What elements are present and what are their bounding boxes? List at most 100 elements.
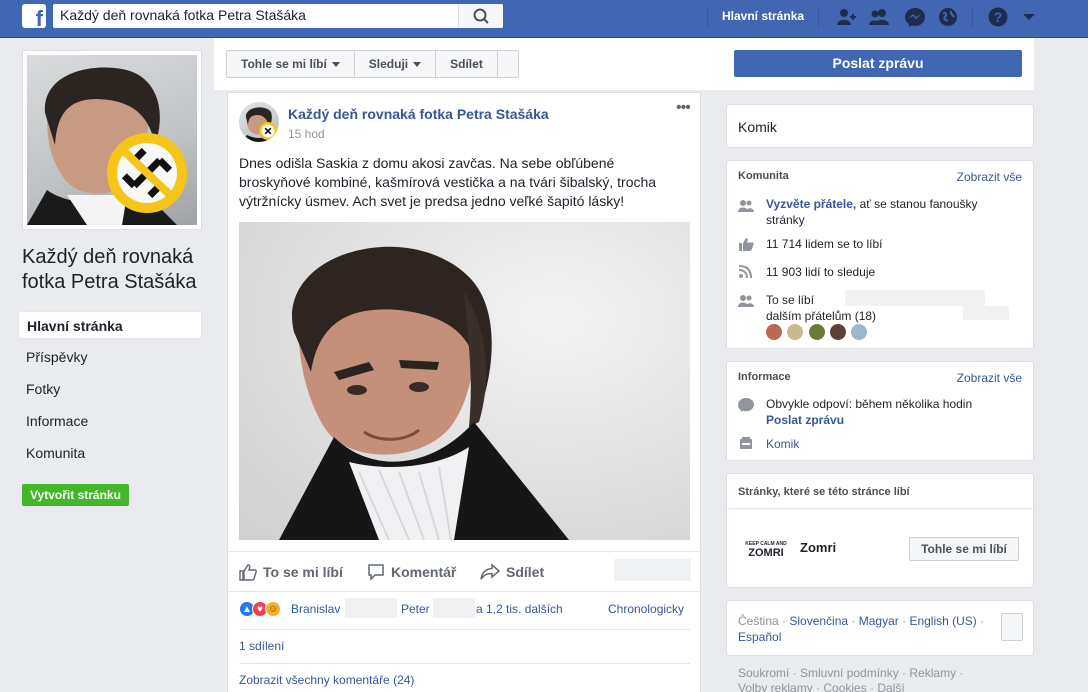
page-more-button[interactable]	[498, 51, 518, 77]
post-timestamp[interactable]: 15 hod	[288, 127, 325, 141]
left-nav-about[interactable]: Informace	[18, 407, 202, 435]
friend-avatars	[766, 324, 869, 340]
left-nav-community[interactable]: Komunita	[18, 439, 202, 467]
search-input[interactable]: Každý deň rovnaká fotka Petra Stašáka	[53, 4, 503, 28]
page-likes-count: 11 714 lidem se to líbí	[766, 237, 883, 251]
post-body-text: Dnes odišla Saskia z domu akosi zavčas. …	[239, 155, 657, 209]
redacted-name	[345, 598, 397, 618]
page-title: Každý deň rovnaká fotka Petra Stašáka	[22, 246, 197, 293]
search-icon	[473, 8, 489, 24]
view-all-comments-link[interactable]: Zobrazit všechny komentáře (24)	[239, 673, 414, 687]
post-author-avatar[interactable]	[239, 102, 279, 142]
facebook-logo-icon[interactable]: f	[22, 4, 46, 28]
help-icon[interactable]: ?	[987, 7, 1009, 27]
community-see-all-link[interactable]: Zobrazit vše	[957, 170, 1022, 184]
response-time-row: Obvykle odpoví: během několika hodin Pos…	[766, 396, 1016, 428]
send-message-button[interactable]: Poslat zprávu	[734, 50, 1022, 77]
account-menu-caret-icon[interactable]	[1018, 7, 1040, 27]
category-card: Komik	[726, 104, 1034, 148]
blurred-avatar-selector[interactable]	[614, 559, 691, 581]
find-friends-icon[interactable]	[836, 7, 858, 27]
friend-avatar[interactable]	[851, 324, 868, 340]
page-follow-label: Sleduji	[368, 57, 409, 71]
post-shares-count[interactable]: 1 sdílení	[239, 639, 284, 653]
info-send-message-link[interactable]: Poslat zprávu	[766, 413, 844, 427]
post-author-name[interactable]: Každý deň rovnaká fotka Petra Stašáka	[288, 106, 549, 122]
liked-page-like-button[interactable]: Tohle se mi líbí	[909, 537, 1019, 561]
redacted-friend-names	[963, 306, 1009, 320]
more-languages-button[interactable]	[1001, 613, 1023, 641]
nav-divider	[972, 9, 973, 27]
friend-avatar[interactable]	[787, 324, 804, 340]
post-comment-button[interactable]: Komentář	[367, 563, 456, 581]
friends-like-more[interactable]: dalším přátelům (18)	[766, 309, 876, 323]
invite-friends-link[interactable]: Vyzvěte přátele,	[766, 197, 856, 211]
divider	[727, 508, 1033, 509]
page-share-button[interactable]: Sdílet	[436, 51, 498, 77]
category-tag-icon	[740, 437, 752, 449]
post-like-button[interactable]: To se mi líbí	[239, 563, 343, 581]
friend-requests-icon[interactable]	[868, 7, 890, 27]
search-input-value[interactable]: Každý deň rovnaká fotka Petra Stašáka	[60, 7, 306, 23]
language-links: Čeština · Slovenčina · Magyar · English …	[738, 614, 985, 644]
post-reactions-row: ▲ ♥ ☺ Branislav Peter a 1,2 tis. dalších…	[228, 591, 700, 629]
footer-line-2[interactable]: Volby reklamy · Cookies · Další	[738, 681, 1028, 692]
page-category[interactable]: Komik	[738, 119, 777, 135]
post-like-label: To se mi líbí	[263, 564, 343, 580]
post-actions-bar: To se mi líbí Komentář Sdílet	[228, 551, 700, 591]
rss-follow-icon	[738, 265, 752, 279]
thumbs-up-icon	[739, 238, 754, 251]
top-navigation-bar: f Každý deň rovnaká fotka Petra Stašáka …	[0, 0, 1088, 38]
post-share-button[interactable]: Sdílet	[480, 563, 544, 581]
language-link[interactable]: Español	[738, 630, 781, 644]
redacted-friend-names	[845, 290, 985, 306]
language-link[interactable]: English (US)	[909, 614, 976, 628]
zomri-logo-big-text: ZOMRI	[748, 547, 784, 559]
left-nav-photos[interactable]: Fotky	[18, 375, 202, 403]
friend-avatar[interactable]	[830, 324, 847, 340]
left-nav-home[interactable]: Hlavní stránka	[18, 311, 202, 339]
liked-pages-card: Stránky, které se této stránce líbí KEEP…	[726, 473, 1034, 588]
reactions-others-count[interactable]: a 1,2 tis. dalších	[476, 602, 563, 616]
haha-reaction-icon[interactable]: ☺	[265, 601, 281, 617]
reactor-name-1[interactable]: Branislav	[291, 602, 340, 616]
post-share-label: Sdílet	[506, 564, 545, 580]
avatar-illustration	[241, 107, 277, 142]
page-followers-count: 11 903 lidí to sleduje	[766, 265, 876, 279]
notifications-globe-icon[interactable]	[937, 7, 959, 27]
page-profile-picture[interactable]	[22, 50, 202, 230]
comment-icon	[368, 564, 384, 581]
language-link[interactable]: Magyar	[859, 614, 899, 628]
post-photo-illustration	[279, 246, 569, 540]
page-follow-button[interactable]: Sleduji	[355, 51, 437, 77]
comment-sort-dropdown[interactable]: Chronologicky	[608, 602, 684, 616]
create-page-button[interactable]: Vytvořit stránku	[22, 484, 129, 506]
language-link[interactable]: Slovenčina	[789, 614, 848, 628]
info-category-link[interactable]: Komik	[766, 436, 1016, 452]
language-card: Čeština · Slovenčina · Magyar · English …	[726, 600, 1034, 656]
footer-line-1[interactable]: Soukromí · Smluvní podmínky · Reklamy ·	[738, 666, 1028, 681]
search-button[interactable]	[458, 4, 503, 28]
post-options-icon[interactable]: •••	[676, 99, 691, 117]
page-like-label: Tohle se mi líbí	[241, 57, 327, 71]
zomri-logo[interactable]: KEEP CALM AND ZOMRI	[744, 540, 788, 559]
current-language: Čeština	[738, 614, 779, 628]
friend-avatar[interactable]	[766, 324, 782, 340]
info-card: Informace Zobrazit vše Obvykle odpoví: b…	[726, 361, 1034, 461]
nav-home-link[interactable]: Hlavní stránka	[722, 9, 804, 23]
liked-page-name[interactable]: Zomri	[800, 540, 836, 555]
invite-friends-row: Vyzvěte přátele, ať se stanou fanoušky s…	[766, 196, 1016, 228]
chevron-down-icon	[331, 62, 340, 68]
chevron-down-icon	[413, 62, 422, 68]
community-heading: Komunita	[738, 170, 789, 182]
post-card: Každý deň rovnaká fotka Petra Stašáka 15…	[227, 92, 701, 692]
page-like-button[interactable]: Tohle se mi líbí	[227, 51, 355, 77]
left-nav-posts[interactable]: Příspěvky	[18, 343, 202, 371]
info-see-all-link[interactable]: Zobrazit vše	[957, 371, 1022, 385]
post-photo[interactable]	[239, 222, 690, 540]
friend-avatar[interactable]	[808, 324, 825, 340]
messenger-icon[interactable]	[904, 7, 926, 27]
reactor-name-2[interactable]: Peter	[401, 602, 430, 616]
nav-divider	[707, 9, 708, 27]
invite-friends-icon	[738, 200, 754, 212]
